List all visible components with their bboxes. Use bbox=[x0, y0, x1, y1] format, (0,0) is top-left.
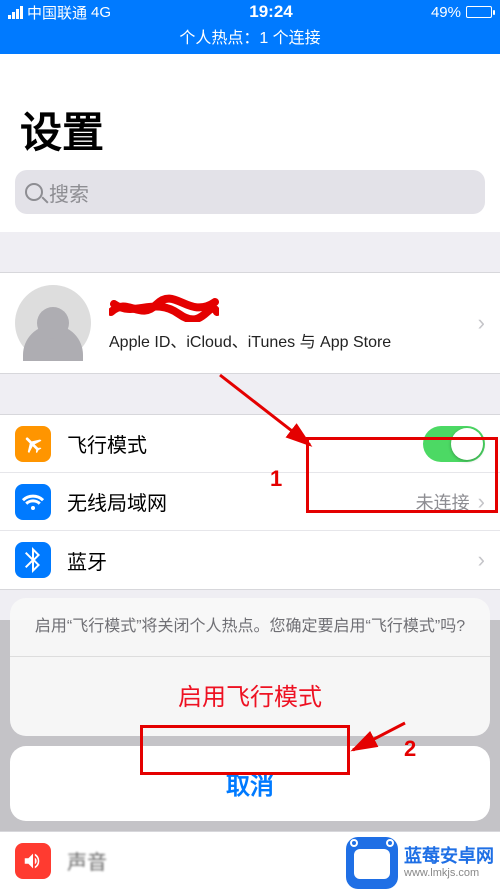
status-area: 中国联通 4G 19:24 49% 个人热点：1 个连接 bbox=[0, 0, 500, 54]
hotspot-banner[interactable]: 个人热点：1 个连接 bbox=[0, 24, 500, 54]
phone-screen: 中国联通 4G 19:24 49% 个人热点：1 个连接 设置 搜索 bbox=[0, 0, 500, 889]
profile-group: Apple ID、iCloud、iTunes 与 App Store › bbox=[0, 272, 500, 374]
avatar bbox=[15, 285, 91, 361]
search-container: 搜索 bbox=[0, 170, 500, 232]
battery-icon bbox=[466, 6, 492, 18]
airplane-toggle[interactable] bbox=[423, 426, 485, 462]
airplane-mode-row[interactable]: 飞行模式 bbox=[0, 415, 500, 473]
battery-pct: 49% bbox=[431, 4, 461, 21]
search-icon bbox=[25, 183, 43, 201]
watermark-name: 蓝莓安卓网 bbox=[404, 847, 494, 867]
signal-bars-icon bbox=[8, 6, 23, 19]
connectivity-group: 飞行模式 无线局域网 未连接 › 蓝牙 › bbox=[0, 414, 500, 590]
network-label: 4G bbox=[91, 4, 111, 21]
airplane-label: 飞行模式 bbox=[67, 429, 423, 458]
wifi-icon bbox=[15, 484, 51, 520]
chevron-right-icon: › bbox=[478, 489, 485, 515]
status-time: 19:24 bbox=[111, 2, 431, 22]
search-input[interactable]: 搜索 bbox=[15, 170, 485, 214]
title-area: 设置 bbox=[0, 54, 500, 170]
status-left: 中国联通 4G bbox=[8, 2, 111, 23]
bluetooth-row[interactable]: 蓝牙 › bbox=[0, 531, 500, 589]
sheet-enable-button[interactable]: 启用飞行模式 bbox=[10, 657, 490, 736]
sheet-message: 启用“飞行模式”将关闭个人热点。您确定要启用“飞行模式”吗? bbox=[10, 598, 490, 657]
search-placeholder: 搜索 bbox=[49, 178, 89, 207]
wifi-status: 未连接 bbox=[416, 489, 470, 515]
carrier-label: 中国联通 bbox=[27, 2, 87, 23]
page-title: 设置 bbox=[20, 99, 480, 160]
wifi-row[interactable]: 无线局域网 未连接 › bbox=[0, 473, 500, 531]
profile-subtitle: Apple ID、iCloud、iTunes 与 App Store bbox=[109, 328, 470, 352]
sound-icon bbox=[15, 843, 51, 879]
bluetooth-label: 蓝牙 bbox=[67, 546, 470, 575]
action-sheet: 启用“飞行模式”将关闭个人热点。您确定要启用“飞行模式”吗? 启用飞行模式 取消 bbox=[10, 598, 490, 821]
chevron-right-icon: › bbox=[478, 547, 485, 573]
profile-row[interactable]: Apple ID、iCloud、iTunes 与 App Store › bbox=[0, 273, 500, 373]
watermark-url: www.lmkjs.com bbox=[404, 867, 494, 879]
bluetooth-icon bbox=[15, 542, 51, 578]
chevron-right-icon: › bbox=[478, 310, 485, 336]
watermark-logo-icon bbox=[346, 837, 398, 889]
watermark: 蓝莓安卓网 www.lmkjs.com bbox=[346, 837, 494, 889]
status-bar: 中国联通 4G 19:24 49% bbox=[0, 0, 500, 24]
profile-name-redacted bbox=[109, 294, 219, 322]
status-right: 49% bbox=[431, 4, 492, 21]
airplane-icon bbox=[15, 426, 51, 462]
annotation-label-2: 2 bbox=[404, 736, 416, 762]
annotation-label-1: 1 bbox=[270, 466, 282, 492]
sheet-cancel-button[interactable]: 取消 bbox=[10, 746, 490, 821]
wifi-label: 无线局域网 bbox=[67, 487, 416, 516]
